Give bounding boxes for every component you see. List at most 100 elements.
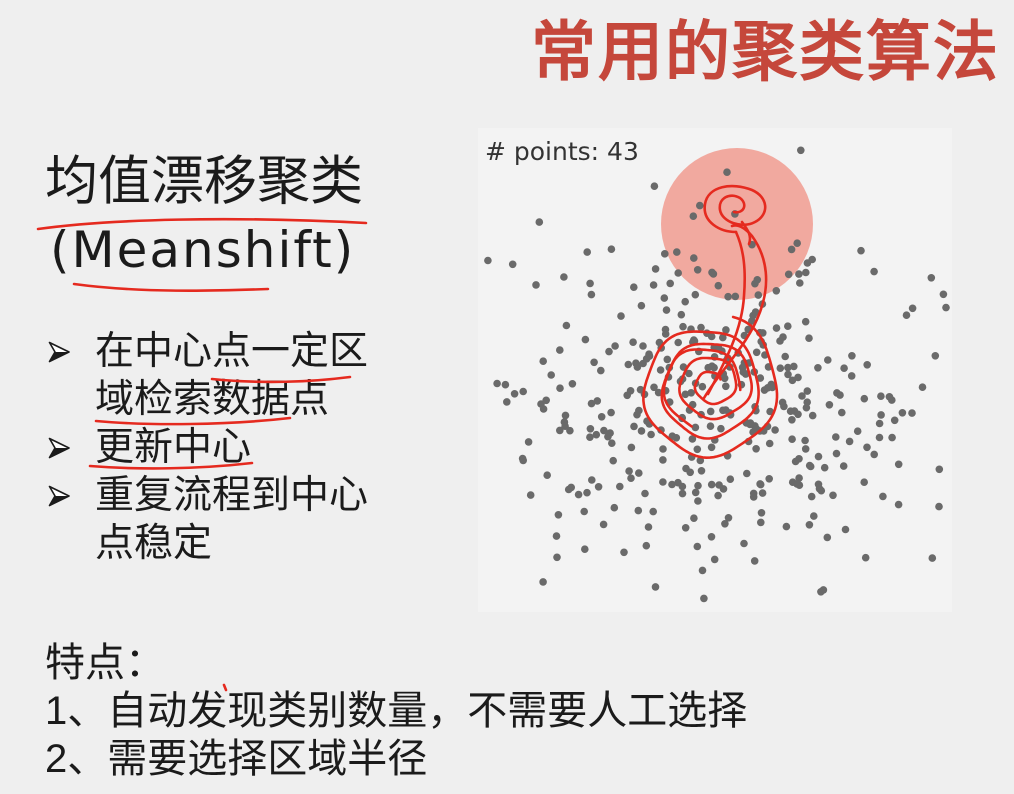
data-point	[771, 426, 779, 434]
data-point	[642, 355, 651, 363]
data-point	[586, 279, 594, 288]
data-point	[647, 430, 655, 439]
data-point	[875, 433, 884, 442]
data-point	[764, 384, 772, 392]
data-point	[935, 465, 944, 474]
data-point	[787, 245, 796, 254]
data-point	[726, 409, 734, 417]
data-point	[630, 283, 638, 292]
data-point	[659, 456, 667, 464]
data-point	[751, 308, 760, 316]
data-point	[764, 363, 773, 371]
data-point	[659, 445, 667, 453]
data-point	[717, 424, 725, 433]
data-point	[691, 488, 700, 497]
data-point	[814, 364, 822, 372]
data-point	[715, 481, 723, 489]
data-point	[501, 380, 510, 389]
bullet-item: 更新中心	[46, 424, 406, 472]
data-point	[758, 300, 767, 308]
data-point	[678, 489, 687, 498]
data-point	[697, 410, 705, 419]
data-point	[757, 509, 766, 517]
data-point	[832, 433, 840, 441]
data-point	[666, 279, 674, 288]
data-point	[580, 507, 588, 516]
bullet-item: 在中心点一定区 域检索数据点	[46, 328, 406, 424]
data-point	[707, 533, 716, 541]
data-point	[894, 500, 903, 509]
data-point	[752, 348, 761, 357]
data-point	[681, 524, 690, 532]
data-point	[665, 398, 674, 406]
data-point	[556, 384, 564, 393]
bullet-list: 在中心点一定区 域检索数据点 更新中心 重复流程到中心 点稳定	[46, 328, 406, 568]
data-point	[780, 402, 788, 411]
data-point	[627, 474, 635, 483]
data-point	[623, 391, 631, 400]
data-point	[650, 383, 658, 392]
data-point	[567, 483, 575, 492]
data-point	[633, 363, 642, 371]
data-point	[817, 588, 825, 596]
data-point	[853, 427, 862, 436]
data-point	[539, 357, 547, 366]
data-point	[788, 416, 796, 424]
data-point	[711, 436, 719, 444]
data-point	[740, 331, 749, 340]
data-point	[581, 545, 589, 553]
data-point	[795, 270, 803, 278]
data-point	[607, 245, 616, 253]
data-point	[583, 488, 591, 497]
data-point	[786, 407, 795, 416]
data-point	[641, 489, 649, 498]
data-point	[661, 386, 670, 395]
data-point	[600, 426, 608, 435]
data-point	[519, 456, 527, 465]
data-point	[687, 325, 695, 334]
data-point	[860, 394, 869, 403]
data-point	[651, 583, 660, 591]
data-point	[719, 333, 727, 342]
data-point	[637, 301, 646, 310]
data-point	[707, 480, 716, 489]
data-point	[711, 372, 719, 380]
data-point	[706, 407, 715, 416]
data-point	[734, 349, 742, 357]
feature-item: 2、需要选择区域半径	[45, 737, 428, 781]
data-point	[657, 426, 665, 434]
data-point	[805, 521, 814, 529]
data-point	[553, 553, 561, 562]
data-point	[597, 413, 606, 421]
data-point	[766, 407, 774, 416]
data-point	[814, 480, 823, 489]
data-point	[674, 269, 682, 277]
data-point	[611, 342, 619, 350]
data-point	[696, 201, 704, 210]
data-point	[740, 359, 749, 367]
data-point	[560, 273, 568, 281]
data-point	[885, 393, 894, 401]
data-point	[599, 520, 608, 529]
data-point	[805, 334, 813, 343]
section-heading-english: (Meanshift)	[50, 221, 356, 279]
bullet-item: 重复流程到中心 点稳定	[46, 472, 406, 568]
data-point	[902, 311, 911, 320]
data-point	[693, 542, 702, 551]
data-point	[723, 452, 732, 460]
slide-title: 常用的聚类算法	[530, 15, 1000, 88]
data-point	[875, 419, 884, 428]
data-point	[635, 469, 643, 477]
data-point	[519, 387, 527, 396]
data-point	[829, 491, 837, 500]
data-point	[672, 434, 681, 442]
data-point	[719, 406, 727, 415]
data-point	[592, 430, 601, 439]
data-point	[510, 390, 519, 398]
data-point	[630, 422, 638, 431]
bullet-text: 在中心点一定区	[95, 330, 369, 373]
data-point	[708, 362, 716, 371]
data-point	[710, 353, 719, 361]
data-point	[678, 413, 686, 422]
data-point	[660, 294, 669, 302]
